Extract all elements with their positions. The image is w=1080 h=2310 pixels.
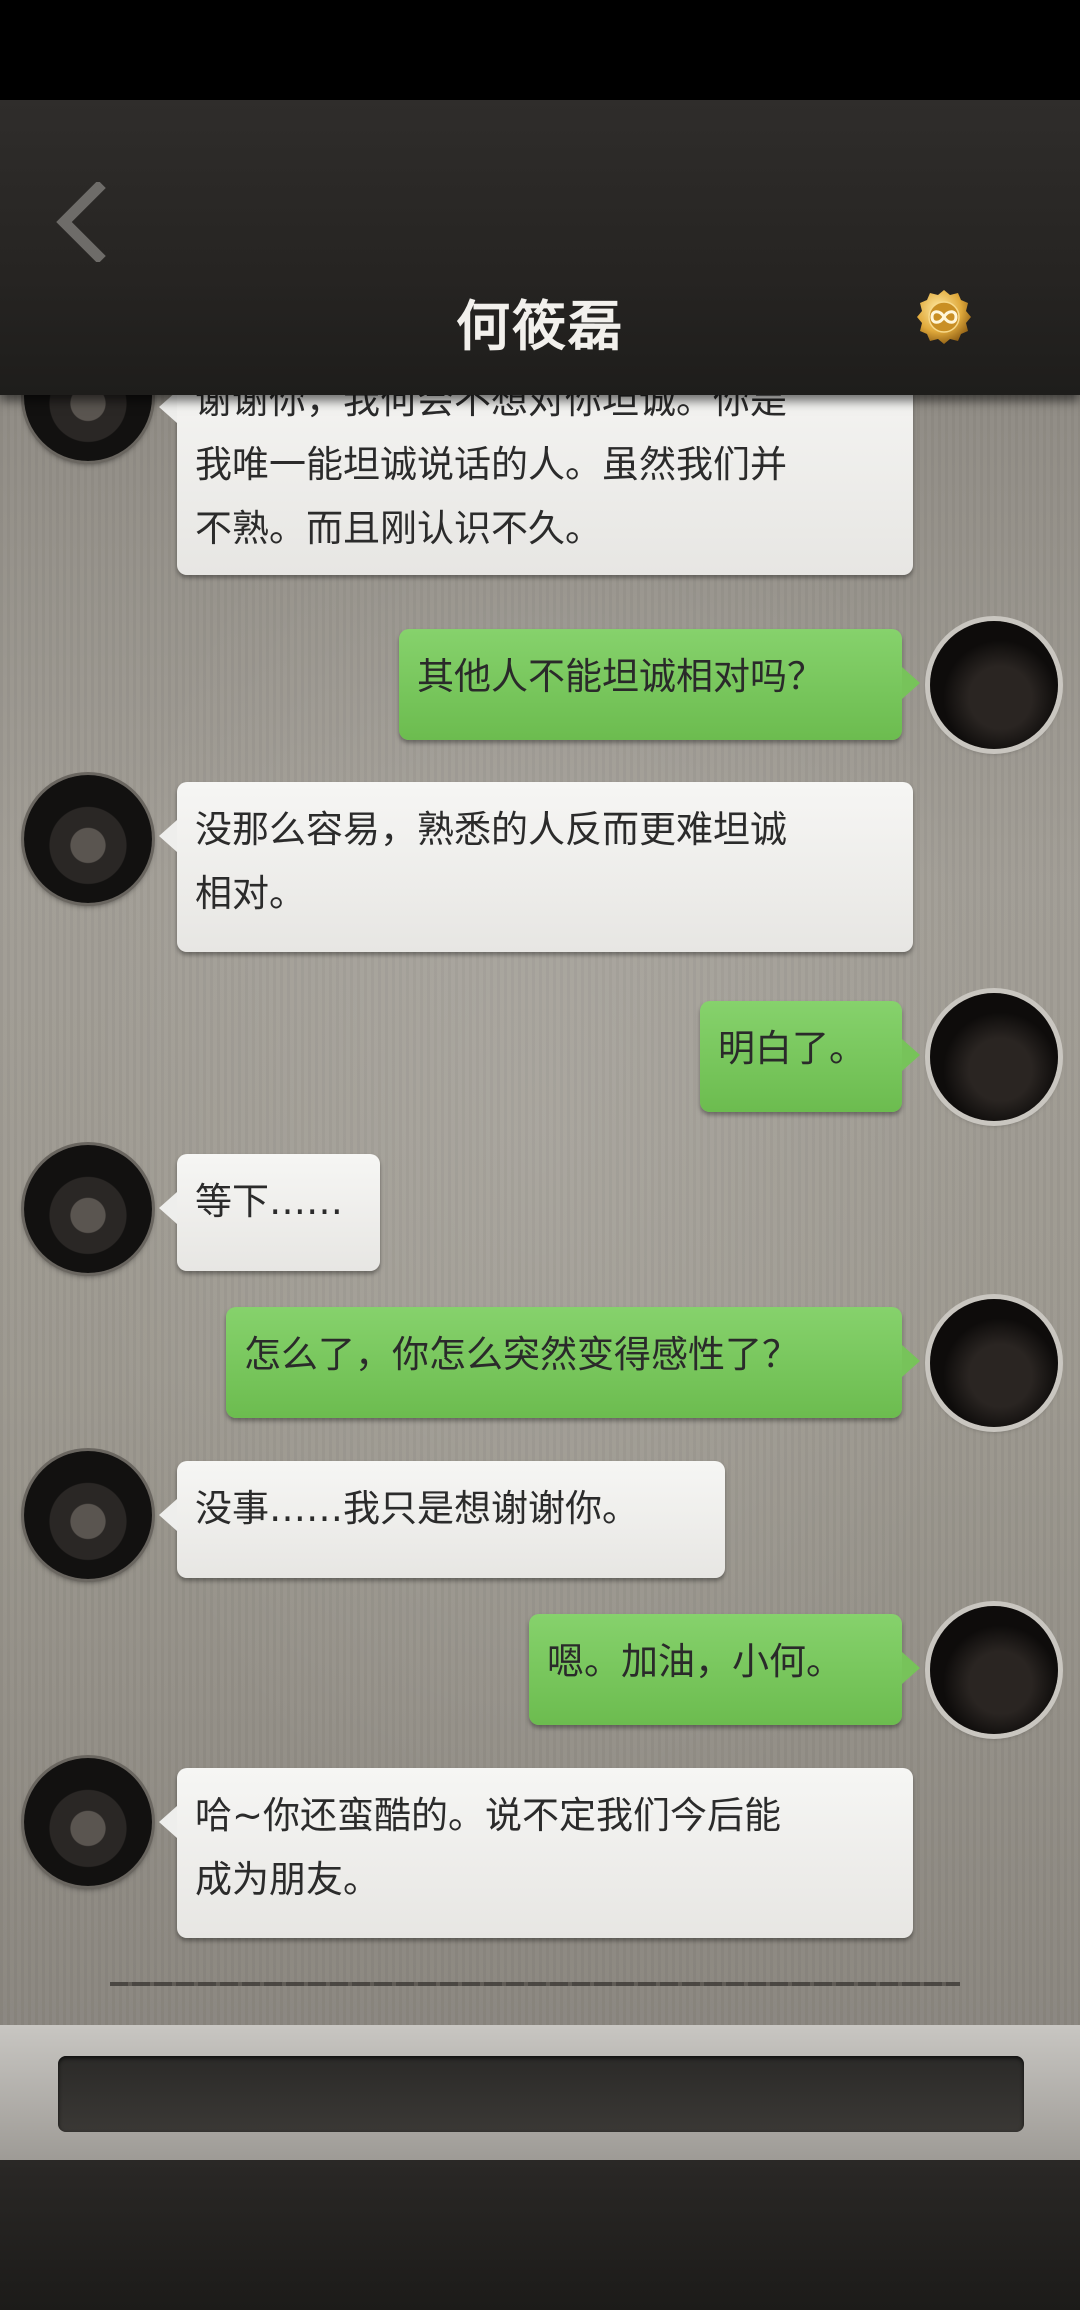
message-line: 明白了。 bbox=[718, 1027, 866, 1070]
message-line: 没事……我只是想谢谢你。 bbox=[195, 1487, 639, 1530]
status-bar bbox=[0, 0, 1080, 100]
message-bubble-left: 谢谢你，我何会不想对你坦诚。你是 我唯一能坦诚说话的人。虽然我们并 不熟。而且刚… bbox=[159, 395, 913, 575]
user-avatar[interactable] bbox=[930, 993, 1058, 1121]
chat-area[interactable]: 谢谢你，我何会不想对你坦诚。你是 我唯一能坦诚说话的人。虽然我们并 不熟。而且刚… bbox=[0, 395, 1080, 2025]
bottom-panel bbox=[0, 2160, 1080, 2310]
user-avatar[interactable] bbox=[930, 1299, 1058, 1427]
message-bubble-right: 怎么了，你怎么突然变得感性了？ bbox=[226, 1307, 920, 1418]
message-line: 谢谢你，我何会不想对你坦诚。你是 bbox=[195, 395, 787, 422]
message-bubble-left: 没事……我只是想谢谢你。 bbox=[159, 1461, 725, 1578]
message-bubble-right: 其他人不能坦诚相对吗？ bbox=[399, 629, 920, 740]
divider bbox=[110, 1982, 960, 1986]
message-bubble-right: 嗯。加油，小何。 bbox=[529, 1614, 920, 1725]
message-line: 成为朋友。 bbox=[195, 1858, 380, 1901]
contact-avatar[interactable] bbox=[24, 395, 152, 461]
user-avatar[interactable] bbox=[930, 1606, 1058, 1734]
message-input[interactable] bbox=[58, 2056, 1024, 2132]
message-bubble-left: 没那么容易，熟悉的人反而更难坦诚 相对。 bbox=[159, 782, 913, 952]
message-line: 我唯一能坦诚说话的人。虽然我们并 bbox=[195, 443, 787, 486]
message-line: 嗯。加油，小何。 bbox=[547, 1640, 843, 1683]
message-line: 怎么了，你怎么突然变得感性了？ bbox=[244, 1333, 799, 1376]
contact-avatar[interactable] bbox=[24, 1451, 152, 1579]
message-line: 其他人不能坦诚相对吗？ bbox=[417, 655, 824, 698]
message-bubble-left: 等下…… bbox=[159, 1154, 380, 1271]
user-avatar[interactable] bbox=[930, 621, 1058, 749]
message-bubble-left: 哈~你还蛮酷的。说不定我们今后能 成为朋友。 bbox=[159, 1768, 913, 1938]
chevron-left-icon[interactable] bbox=[52, 182, 112, 262]
infinity-coin-icon[interactable] bbox=[915, 288, 973, 346]
message-line: 不熟。而且刚认识不久。 bbox=[195, 507, 602, 550]
message-line: 等下…… bbox=[195, 1180, 343, 1223]
contact-avatar[interactable] bbox=[24, 775, 152, 903]
message-bubble-right: 明白了。 bbox=[700, 1001, 920, 1112]
message-line: 相对。 bbox=[195, 872, 306, 915]
contact-avatar[interactable] bbox=[24, 1758, 152, 1886]
contact-avatar[interactable] bbox=[24, 1145, 152, 1273]
message-line: 没那么容易，熟悉的人反而更难坦诚 bbox=[195, 808, 787, 851]
message-line: 哈~你还蛮酷的。说不定我们今后能 bbox=[195, 1794, 782, 1837]
